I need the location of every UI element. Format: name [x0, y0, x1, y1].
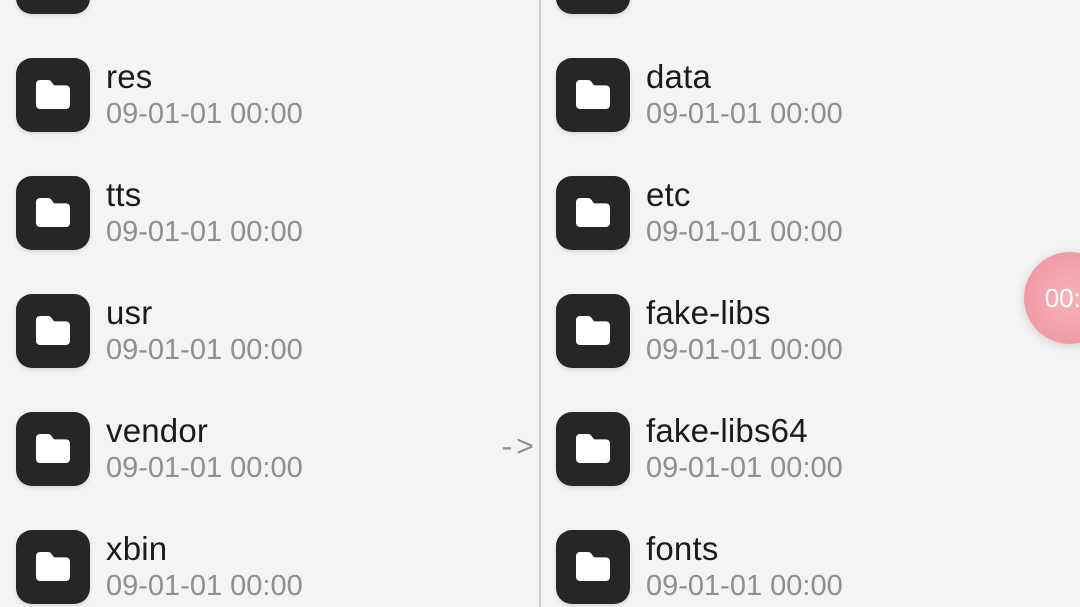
- list-item[interactable]: tts09-01-01 00:00: [0, 154, 540, 272]
- list-item-date: 09-01-01 00:00: [646, 98, 843, 131]
- list-item-text: tts09-01-01 00:00: [106, 176, 303, 249]
- list-item-name: fake-libs: [646, 294, 843, 332]
- list-item[interactable]: 09-01-01 00:00: [0, 0, 540, 36]
- folder-icon: [16, 58, 90, 132]
- pane-divider[interactable]: [539, 0, 541, 607]
- list-item[interactable]: etc09-01-01 00:00: [540, 154, 1080, 272]
- list-item-name: fonts: [646, 530, 843, 568]
- list-item-text: fonts09-01-01 00:00: [646, 530, 843, 603]
- folder-icon: [556, 0, 630, 14]
- folder-icon: [556, 294, 630, 368]
- list-item-date: 09-01-01 00:00: [106, 334, 303, 367]
- list-item[interactable]: vendor09-01-01 00:00 ->: [0, 390, 540, 508]
- list-item[interactable]: 09-01-01 00:00: [540, 0, 1080, 36]
- folder-icon: [556, 58, 630, 132]
- list-item-date: 09-01-01 00:00: [646, 216, 843, 249]
- symlink-arrow-icon: ->: [498, 432, 534, 466]
- folder-icon: [556, 530, 630, 604]
- list-item-date: 09-01-01 00:00: [646, 452, 843, 485]
- list-item-date: 09-01-01 00:00: [106, 570, 303, 603]
- list-item-text: xbin09-01-01 00:00: [106, 530, 303, 603]
- left-file-list: 09-01-01 00:00res09-01-01 00:00tts09-01-…: [0, 0, 540, 607]
- list-item[interactable]: fake-libs09-01-01 00:00: [540, 272, 1080, 390]
- folder-icon: [556, 412, 630, 486]
- list-item[interactable]: res09-01-01 00:00: [0, 36, 540, 154]
- folder-icon: [16, 0, 90, 14]
- list-item[interactable]: xbin09-01-01 00:00: [0, 508, 540, 607]
- list-item-text: usr09-01-01 00:00: [106, 294, 303, 367]
- list-item-name: data: [646, 58, 843, 96]
- recording-timer-label: 00:2: [1045, 283, 1080, 314]
- list-item-date: 09-01-01 00:00: [646, 570, 843, 603]
- folder-icon: [16, 294, 90, 368]
- folder-icon: [16, 412, 90, 486]
- list-item-text: res09-01-01 00:00: [106, 58, 303, 131]
- list-item-text: vendor09-01-01 00:00: [106, 412, 303, 485]
- list-item[interactable]: usr09-01-01 00:00: [0, 272, 540, 390]
- list-item[interactable]: fonts09-01-01 00:00: [540, 508, 1080, 607]
- list-item-text: data09-01-01 00:00: [646, 58, 843, 131]
- left-pane: 09-01-01 00:00res09-01-01 00:00tts09-01-…: [0, 0, 540, 607]
- folder-icon: [16, 176, 90, 250]
- folder-icon: [556, 176, 630, 250]
- list-item-text: etc09-01-01 00:00: [646, 176, 843, 249]
- folder-icon: [16, 530, 90, 604]
- list-item-name: res: [106, 58, 303, 96]
- right-pane: 09-01-01 00:00data09-01-01 00:00etc09-01…: [540, 0, 1080, 607]
- list-item-name: usr: [106, 294, 303, 332]
- right-file-list: 09-01-01 00:00data09-01-01 00:00etc09-01…: [540, 0, 1080, 607]
- list-item-name: fake-libs64: [646, 412, 843, 450]
- list-item-date: 09-01-01 00:00: [106, 452, 303, 485]
- list-item[interactable]: data09-01-01 00:00: [540, 36, 1080, 154]
- list-item[interactable]: fake-libs6409-01-01 00:00: [540, 390, 1080, 508]
- list-item-name: xbin: [106, 530, 303, 568]
- list-item-text: fake-libs09-01-01 00:00: [646, 294, 843, 367]
- list-item-name: vendor: [106, 412, 303, 450]
- list-item-text: fake-libs6409-01-01 00:00: [646, 412, 843, 485]
- list-item-date: 09-01-01 00:00: [106, 216, 303, 249]
- list-item-name: tts: [106, 176, 303, 214]
- list-item-date: 09-01-01 00:00: [106, 98, 303, 131]
- list-item-name: etc: [646, 176, 843, 214]
- list-item-date: 09-01-01 00:00: [646, 334, 843, 367]
